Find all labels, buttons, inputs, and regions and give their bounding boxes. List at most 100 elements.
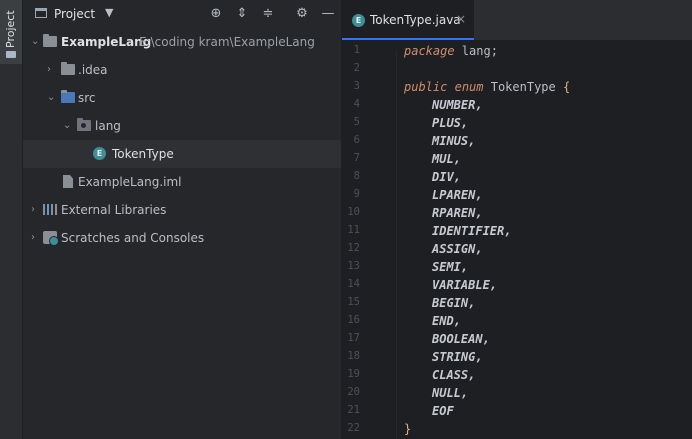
line-number: 11 — [347, 224, 360, 236]
chevron-down-icon[interactable]: ⌄ — [47, 84, 55, 112]
close-icon[interactable]: × — [456, 12, 466, 26]
tree-item-src[interactable]: ⌄ src — [23, 84, 341, 112]
tree-item-external-libraries[interactable]: › External Libraries — [23, 196, 341, 224]
editor-area: E TokenType.java × 1 2 3 4 5 6 7 8 9 10 11 12 13 14 15… — [342, 0, 692, 439]
tree-item-root-label: ExampleLang — [61, 35, 152, 49]
module-folder-icon — [43, 34, 57, 47]
tree-item-tokentype[interactable]: E TokenType — [23, 140, 341, 168]
line-number: 16 — [347, 314, 360, 326]
tree-item-scratches-label: Scratches and Consoles — [61, 231, 205, 245]
editor-tab-title: TokenType.java — [370, 13, 461, 27]
keyword-enum: enum — [454, 80, 484, 94]
locate-icon[interactable]: ⊕ — [207, 5, 225, 23]
chevron-right-icon[interactable]: › — [47, 56, 51, 84]
tree-item-scratches[interactable]: › Scratches and Consoles — [23, 224, 341, 252]
gear-icon[interactable]: ⚙ — [293, 5, 311, 23]
line-number: 19 — [347, 368, 360, 380]
fold-guide — [396, 50, 397, 439]
tree-item-lang-label: lang — [95, 119, 121, 133]
line-number: 17 — [347, 332, 360, 344]
line-number: 6 — [353, 134, 360, 146]
line-number: 9 — [353, 188, 360, 200]
chevron-down-icon[interactable]: ⌄ — [31, 28, 39, 56]
enum-constant: BOOLEAN, — [432, 332, 490, 346]
enum-icon: E — [93, 147, 106, 160]
enum-constant: EOF — [432, 404, 454, 418]
keyword-public: public — [404, 80, 448, 94]
line-number: 4 — [353, 98, 360, 110]
tree-item-root[interactable]: ⌄ ExampleLang E:\coding kram\ExampleLang — [23, 28, 341, 56]
line-number: 3 — [353, 80, 360, 92]
line-number: 15 — [347, 296, 360, 308]
enum-constant: STRING, — [432, 350, 483, 364]
class-name: TokenType — [483, 80, 563, 94]
file-icon — [63, 175, 73, 188]
code-line-1: package lang; — [404, 42, 498, 60]
chevron-down-icon[interactable]: ▼ — [105, 6, 113, 19]
tree-item-idea[interactable]: › .idea — [23, 56, 341, 84]
open-brace: { — [562, 80, 571, 94]
enum-constant: ASSIGN, — [432, 242, 483, 256]
enum-constant: LPAREN, — [432, 188, 483, 202]
editor-tabs: E TokenType.java × — [342, 0, 692, 41]
package-name: lang; — [454, 44, 498, 58]
enum-constant: NULL, — [432, 386, 469, 400]
line-number: 10 — [347, 206, 360, 218]
line-number: 21 — [347, 404, 360, 416]
enum-constant: VARIABLE, — [432, 278, 498, 292]
tool-window-strip: Project — [0, 0, 23, 439]
enum-constant: BEGIN, — [432, 296, 476, 310]
enum-constant: IDENTIFIER, — [432, 224, 512, 238]
enum-constant: CLASS, — [432, 368, 476, 382]
enum-constant: NUMBER, — [432, 98, 483, 112]
project-tool-tab[interactable]: Project — [0, 0, 22, 64]
chevron-down-icon[interactable]: ⌄ — [63, 112, 71, 140]
project-panel: Project ▼ ⊕ ⇕ ≑ ⚙ — ⌄ ExampleLang E:\cod… — [23, 0, 341, 439]
enum-icon: E — [352, 14, 365, 27]
folder-icon — [6, 51, 16, 58]
line-number: 2 — [353, 62, 360, 74]
project-window-icon — [35, 8, 47, 18]
tree-item-tokentype-label: TokenType — [112, 147, 174, 161]
project-panel-header: Project ▼ ⊕ ⇕ ≑ ⚙ — — [23, 0, 341, 28]
tree-item-lang[interactable]: ⌄ lang — [23, 112, 341, 140]
collapse-all-icon[interactable]: ≑ — [259, 5, 277, 23]
editor-tab-tokentype[interactable]: E TokenType.java × — [342, 0, 474, 40]
tree-item-src-label: src — [78, 91, 96, 105]
enum-constant: PLUS, — [432, 116, 469, 130]
enum-constant: DIV, — [432, 170, 461, 184]
line-number: 20 — [347, 386, 360, 398]
keyword-package: package — [404, 44, 455, 58]
line-number: 7 — [353, 152, 360, 164]
expand-all-icon[interactable]: ⇕ — [233, 5, 251, 23]
tree-item-idea-label: .idea — [78, 63, 108, 77]
line-number: 8 — [353, 170, 360, 182]
line-number: 5 — [353, 116, 360, 128]
line-number: 14 — [347, 278, 360, 290]
libraries-icon — [43, 204, 57, 215]
enum-constant: SEMI, — [432, 260, 469, 274]
code-line-3: public enum TokenType { — [404, 78, 570, 96]
project-tool-tab-label: Project — [4, 10, 17, 48]
enum-constant: RPAREN, — [432, 206, 483, 220]
close-brace: } — [404, 422, 412, 436]
line-number-gutter: 1 2 3 4 5 6 7 8 9 10 11 12 13 14 15 16 17 18 19 20 21 22 — [342, 40, 382, 439]
folder-icon — [61, 62, 75, 75]
chevron-right-icon[interactable]: › — [31, 224, 35, 252]
line-number: 13 — [347, 260, 360, 272]
line-number: 12 — [347, 242, 360, 254]
line-number: 1 — [353, 44, 360, 56]
line-number: 18 — [347, 350, 360, 362]
code-line-22: } — [404, 420, 411, 438]
scratches-icon — [43, 231, 59, 246]
package-icon — [77, 118, 91, 131]
tree-item-iml-label: ExampleLang.iml — [78, 175, 182, 189]
project-panel-title[interactable]: Project — [54, 7, 95, 21]
line-number: 22 — [347, 422, 360, 434]
tree-item-iml[interactable]: ExampleLang.iml — [23, 168, 341, 196]
enum-constant: END, — [432, 314, 461, 328]
chevron-right-icon[interactable]: › — [31, 196, 35, 224]
enum-constant: MINUS, — [432, 134, 476, 148]
tree-item-external-libraries-label: External Libraries — [61, 203, 167, 217]
minimize-icon[interactable]: — — [319, 5, 337, 23]
